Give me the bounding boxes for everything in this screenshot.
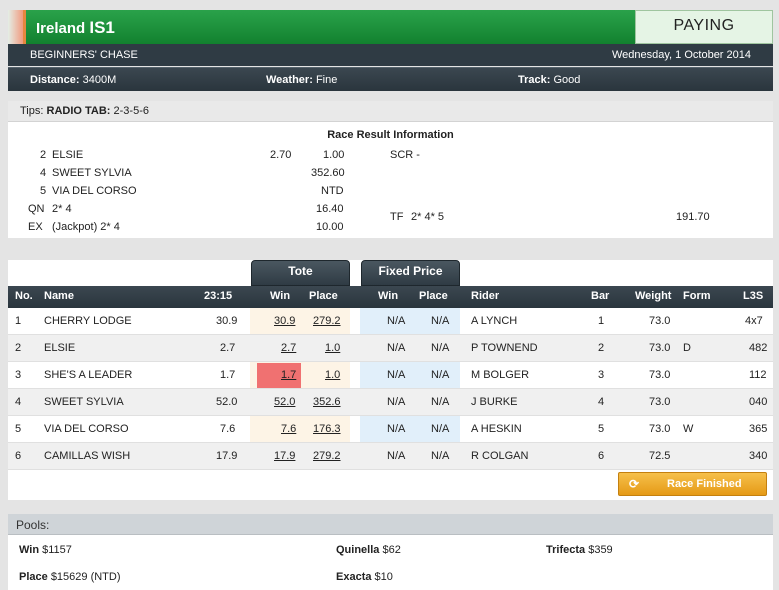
pools-panel: Pools: Win $1157 Quinella $62 Trifecta $…	[8, 514, 773, 590]
table-header: No. Name 23:15 Win Place Win Place Rider…	[8, 286, 773, 308]
place-odds-link[interactable]: 279.2	[313, 450, 341, 462]
race-info-bar: BEGINNERS' CHASE Wednesday, 1 October 20…	[8, 44, 773, 66]
place-odds-link[interactable]: 352.6	[313, 396, 341, 408]
place-odds-link[interactable]: 1.0	[325, 342, 340, 354]
table-row[interactable]: 6 CAMILLAS WISH 17.9 17.9 279.2 N/A N/A …	[8, 443, 773, 470]
race-conditions-bar: Distance: 3400M Weather: Fine Track: Goo…	[8, 67, 773, 91]
result-row: 5 VIA DEL CORSO NTD	[40, 185, 344, 197]
pool-place: Place $15629 (NTD)	[19, 571, 121, 583]
win-odds-link[interactable]: 7.6	[281, 423, 296, 435]
win-odds-link[interactable]: 1.7	[281, 369, 296, 381]
race-name: BEGINNERS' CHASE	[30, 49, 138, 61]
place-odds-link[interactable]: 279.2	[313, 315, 341, 327]
weather: Weather: Fine	[266, 74, 338, 86]
tips-bar: Tips: RADIO TAB: 2-3-5-6	[8, 101, 773, 122]
ex-row: EX (Jackpot) 2* 4 10.00	[28, 221, 344, 233]
pool-quinella: Quinella $62	[336, 544, 401, 556]
place-odds-link[interactable]: 176.3	[313, 423, 341, 435]
race-header: Ireland IS1 PAYING	[8, 10, 773, 44]
tab-fixed-price[interactable]: Fixed Price	[361, 260, 460, 286]
refresh-icon: ⟳	[629, 477, 640, 491]
result-row: 4 SWEET SYLVIA 352.60	[40, 167, 345, 179]
table-row[interactable]: 4 SWEET SYLVIA 52.0 52.0 352.6 N/A N/A J…	[8, 389, 773, 416]
venue-title: Ireland IS1	[36, 18, 115, 37]
pools-title: Pools:	[8, 514, 773, 535]
result-row: 2 ELSIE 2.70 1.00 SCR -	[40, 149, 420, 161]
table-row[interactable]: 2 ELSIE 2.7 2.7 1.0 N/A N/A P TOWNEND 2 …	[8, 335, 773, 362]
table-row[interactable]: 3 SHE'S A LEADER 1.7 1.7 1.0 N/A N/A M B…	[8, 362, 773, 389]
win-odds-link[interactable]: 52.0	[274, 396, 295, 408]
table-row[interactable]: 5 VIA DEL CORSO 7.6 7.6 176.3 N/A N/A A …	[8, 416, 773, 443]
win-odds-link[interactable]: 17.9	[274, 450, 295, 462]
race-date: Wednesday, 1 October 2014	[611, 49, 751, 61]
runners-table: Tote Fixed Price No. Name 23:15 Win Plac…	[8, 260, 773, 500]
pool-exacta: Exacta $10	[336, 571, 393, 583]
tab-tote[interactable]: Tote	[251, 260, 350, 286]
win-odds-link[interactable]: 2.7	[281, 342, 296, 354]
distance: Distance: 3400M	[30, 74, 117, 86]
pool-trifecta: Trifecta $359	[546, 544, 613, 556]
table-row[interactable]: 1 CHERRY LODGE 30.9 30.9 279.2 N/A N/A A…	[8, 308, 773, 335]
flag-icon	[8, 10, 26, 44]
results-title: Race Result Information	[327, 129, 454, 141]
track: Track: Good	[518, 74, 581, 86]
pool-win: Win $1157	[19, 544, 72, 556]
win-odds-link[interactable]: 30.9	[274, 315, 295, 327]
results-panel: Tips: RADIO TAB: 2-3-5-6 Race Result Inf…	[8, 101, 773, 238]
status-badge: PAYING	[635, 10, 773, 44]
race-finished-button[interactable]: ⟳ Race Finished	[618, 472, 767, 496]
place-odds-link[interactable]: 1.0	[325, 369, 340, 381]
